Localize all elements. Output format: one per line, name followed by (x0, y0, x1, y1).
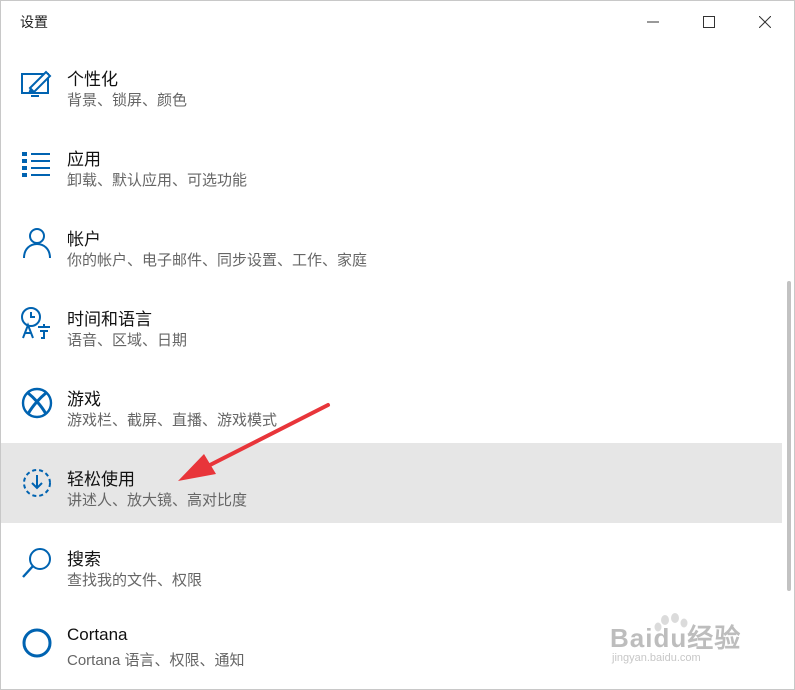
item-description: 讲述人、放大镜、高对比度 (67, 492, 248, 509)
settings-item-ease-of-access[interactable]: 轻松使用 讲述人、放大镜、高对比度 (1, 443, 782, 523)
time-language-icon (21, 307, 50, 339)
personalization-icon (21, 70, 52, 97)
item-label: 轻松使用 (67, 470, 135, 489)
watermark-subtext: jingyan.baidu.com (612, 652, 701, 664)
item-description: 你的帐户、电子邮件、同步设置、工作、家庭 (67, 252, 368, 269)
maximize-icon (703, 16, 715, 28)
apps-list-icon (22, 152, 50, 177)
settings-item-accounts[interactable]: 帐户 你的帐户、电子邮件、同步设置、工作、家庭 (1, 203, 782, 283)
item-description: 游戏栏、截屏、直播、游戏模式 (67, 412, 278, 429)
settings-item-gaming[interactable]: 游戏 游戏栏、截屏、直播、游戏模式 (1, 363, 782, 443)
item-label: 游戏 (67, 390, 101, 409)
xbox-icon (21, 387, 53, 419)
settings-item-time-language[interactable]: 时间和语言 语音、区域、日期 (1, 283, 782, 363)
item-description: 查找我的文件、权限 (67, 572, 203, 589)
settings-window: 设置 个性化 背景、锁屏、颜色 应用 卸载、默认应用、可选功能 帐户 你的帐户、… (0, 0, 795, 690)
settings-item-personalization[interactable]: 个性化 背景、锁屏、颜色 (1, 43, 782, 123)
item-label: 时间和语言 (67, 310, 152, 329)
item-label: 个性化 (67, 70, 118, 89)
window-title: 设置 (20, 14, 48, 30)
watermark-text: Baidu经验 (610, 623, 742, 653)
maximize-button[interactable] (685, 1, 733, 43)
cortana-circle-icon (22, 628, 52, 658)
item-label: 应用 (67, 150, 101, 169)
item-label: 搜索 (67, 550, 101, 569)
account-person-icon (23, 228, 51, 259)
item-label: 帐户 (67, 230, 101, 249)
item-description: 卸载、默认应用、可选功能 (67, 172, 248, 189)
close-button[interactable] (741, 1, 789, 43)
settings-item-search[interactable]: 搜索 查找我的文件、权限 (1, 523, 782, 603)
item-description: 语音、区域、日期 (67, 332, 188, 349)
scrollbar-thumb[interactable] (787, 281, 791, 591)
settings-item-apps[interactable]: 应用 卸载、默认应用、可选功能 (1, 123, 782, 203)
ease-of-access-icon (23, 469, 51, 497)
title-bar[interactable]: 设置 (1, 1, 794, 43)
minimize-icon (647, 21, 659, 23)
close-icon (759, 16, 771, 28)
minimize-button[interactable] (629, 1, 677, 43)
item-description: Cortana 语言、权限、通知 (67, 652, 245, 669)
search-icon (22, 548, 51, 578)
item-description: 背景、锁屏、颜色 (67, 92, 188, 109)
item-label: Cortana (67, 625, 128, 644)
